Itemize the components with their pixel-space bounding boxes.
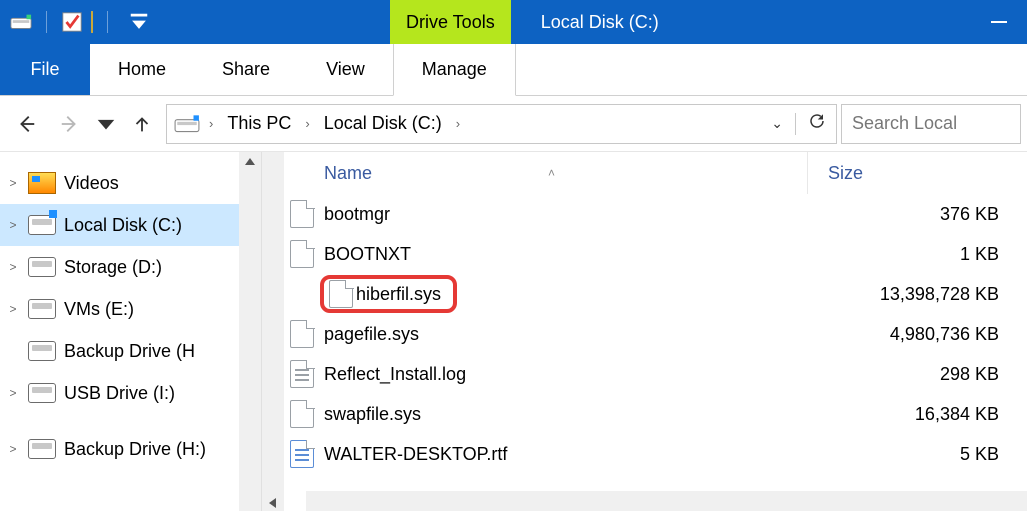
recent-locations-button[interactable]: [94, 104, 118, 144]
file-row[interactable]: WALTER-DESKTOP.rtf 5 KB: [284, 434, 1027, 474]
file-icon: [284, 240, 320, 268]
tree-item-label: USB Drive (I:): [64, 383, 175, 404]
file-icon: [284, 440, 320, 468]
file-icon: [284, 360, 320, 388]
expander-icon[interactable]: >: [6, 260, 20, 274]
window-title: Local Disk (C:): [511, 0, 971, 44]
file-list-pane: Name ˄ Size bootmgr 376 KB BOOTNXT 1 KB hibe…: [262, 152, 1027, 511]
expander-icon[interactable]: >: [6, 442, 20, 456]
navigation-pane: > Videos > Local Disk (C:) > Storage (D:) > VMs…: [0, 152, 262, 511]
tree-item-local-disk-c[interactable]: > Local Disk (C:): [0, 204, 239, 246]
drive-icon: [28, 337, 56, 365]
file-row[interactable]: bootmgr 376 KB: [284, 194, 1027, 234]
tree-item-usb-drive-i[interactable]: > USB Drive (I:): [0, 372, 239, 414]
tree-item-label: Videos: [64, 173, 119, 194]
tree-item-label: Storage (D:): [64, 257, 162, 278]
file-icon: [284, 320, 320, 348]
file-icon: [284, 200, 320, 228]
file-size: 298 KB: [807, 364, 1027, 385]
column-headers[interactable]: Name ˄ Size: [284, 152, 1027, 194]
file-row[interactable]: Reflect_Install.log 298 KB: [284, 354, 1027, 394]
left-scroll-hint[interactable]: [262, 152, 284, 511]
column-header-name[interactable]: Name ˄: [320, 163, 807, 184]
tree-item-storage-d[interactable]: > Storage (D:): [0, 246, 239, 288]
tree-item-backup-drive-h[interactable]: > Backup Drive (H:): [0, 428, 239, 470]
tree-item-backup-drive-h[interactable]: Backup Drive (H: [0, 330, 239, 372]
drive-icon: [28, 253, 56, 281]
tree-item-label: Local Disk (C:): [64, 215, 182, 236]
tab-manage[interactable]: Manage: [393, 44, 516, 96]
drive-icon: [28, 295, 56, 323]
sort-indicator-icon: ˄: [548, 166, 555, 180]
tree-item-vms-e[interactable]: > VMs (E:): [0, 288, 239, 330]
videos-icon: [28, 169, 56, 197]
file-size: 16,384 KB: [807, 404, 1027, 425]
tree-item-label: Backup Drive (H: [64, 341, 195, 362]
ribbon-tabs: File Home Share View Manage: [0, 44, 1027, 96]
file-tab[interactable]: File: [0, 44, 90, 95]
context-tab-header: Drive Tools: [390, 0, 511, 44]
file-row[interactable]: hiberfil.sys 13,398,728 KB: [284, 274, 1027, 314]
tree-item-videos[interactable]: > Videos: [0, 162, 239, 204]
horizontal-scrollbar[interactable]: [306, 491, 1027, 511]
breadcrumb-local-disk-c[interactable]: Local Disk (C:): [318, 113, 448, 134]
tree-item-label: Backup Drive (H:): [64, 439, 206, 460]
column-header-size[interactable]: Size: [807, 152, 1027, 194]
file-name-bootnxt: BOOTNXT: [324, 244, 411, 264]
file-size: 376 KB: [807, 204, 1027, 225]
address-bar[interactable]: › This PC › Local Disk (C:) › ⌄: [166, 104, 837, 144]
file-size: 1 KB: [807, 244, 1027, 265]
drive-icon: [28, 435, 56, 463]
expander-icon[interactable]: >: [6, 218, 20, 232]
breadcrumb-sep[interactable]: ›: [452, 116, 464, 131]
file-name-swapfile-sys: swapfile.sys: [324, 404, 421, 424]
file-name-bootmgr: bootmgr: [324, 204, 390, 224]
tab-home[interactable]: Home: [90, 44, 194, 95]
tab-view[interactable]: View: [298, 44, 393, 95]
content-area: > Videos > Local Disk (C:) > Storage (D:) > VMs…: [0, 152, 1027, 511]
expander-icon[interactable]: >: [6, 176, 20, 190]
tab-share[interactable]: Share: [194, 44, 298, 95]
up-button[interactable]: [122, 104, 162, 144]
breadcrumb-sep[interactable]: ›: [301, 116, 313, 131]
quick-access-toolbar: [0, 0, 160, 44]
address-history-button[interactable]: ⌄: [771, 115, 783, 132]
tree-item-label: VMs (E:): [64, 299, 134, 320]
expander-icon[interactable]: >: [6, 302, 20, 316]
drive-icon: [173, 110, 201, 138]
drive-icon: [10, 11, 32, 33]
file-name-hiberfil-sys: hiberfil.sys: [356, 284, 441, 305]
nav-scrollbar[interactable]: [239, 152, 261, 511]
search-input[interactable]: Search Local: [841, 104, 1021, 144]
file-size: 5 KB: [807, 444, 1027, 465]
file-name-walter-desktop-rtf: WALTER-DESKTOP.rtf: [324, 444, 507, 464]
file-size: 4,980,736 KB: [807, 324, 1027, 345]
highlighted-file: hiberfil.sys: [320, 275, 457, 313]
file-icon: [326, 280, 356, 308]
drive-icon: [28, 211, 56, 239]
file-icon: [284, 400, 320, 428]
drive-icon: [28, 379, 56, 407]
checkbox-icon[interactable]: [61, 11, 83, 33]
file-row[interactable]: BOOTNXT 1 KB: [284, 234, 1027, 274]
folder-icon[interactable]: [91, 12, 93, 33]
qat-divider: [46, 11, 47, 33]
file-row[interactable]: pagefile.sys 4,980,736 KB: [284, 314, 1027, 354]
file-row[interactable]: swapfile.sys 16,384 KB: [284, 394, 1027, 434]
qat-customize-icon[interactable]: [128, 11, 150, 33]
minimize-button[interactable]: [971, 0, 1027, 44]
qat-divider: [107, 11, 108, 33]
back-button[interactable]: [6, 104, 46, 144]
file-name-reflect-install-log: Reflect_Install.log: [324, 364, 466, 384]
title-bar: Drive Tools Local Disk (C:): [0, 0, 1027, 44]
breadcrumb-this-pc[interactable]: This PC: [221, 113, 297, 134]
file-name-pagefile-sys: pagefile.sys: [324, 324, 419, 344]
refresh-button[interactable]: [808, 112, 826, 135]
forward-button[interactable]: [50, 104, 90, 144]
expander-icon[interactable]: >: [6, 386, 20, 400]
navigation-bar: › This PC › Local Disk (C:) › ⌄ Search L…: [0, 96, 1027, 152]
breadcrumb-sep[interactable]: ›: [205, 116, 217, 131]
file-size: 13,398,728 KB: [807, 284, 1027, 305]
